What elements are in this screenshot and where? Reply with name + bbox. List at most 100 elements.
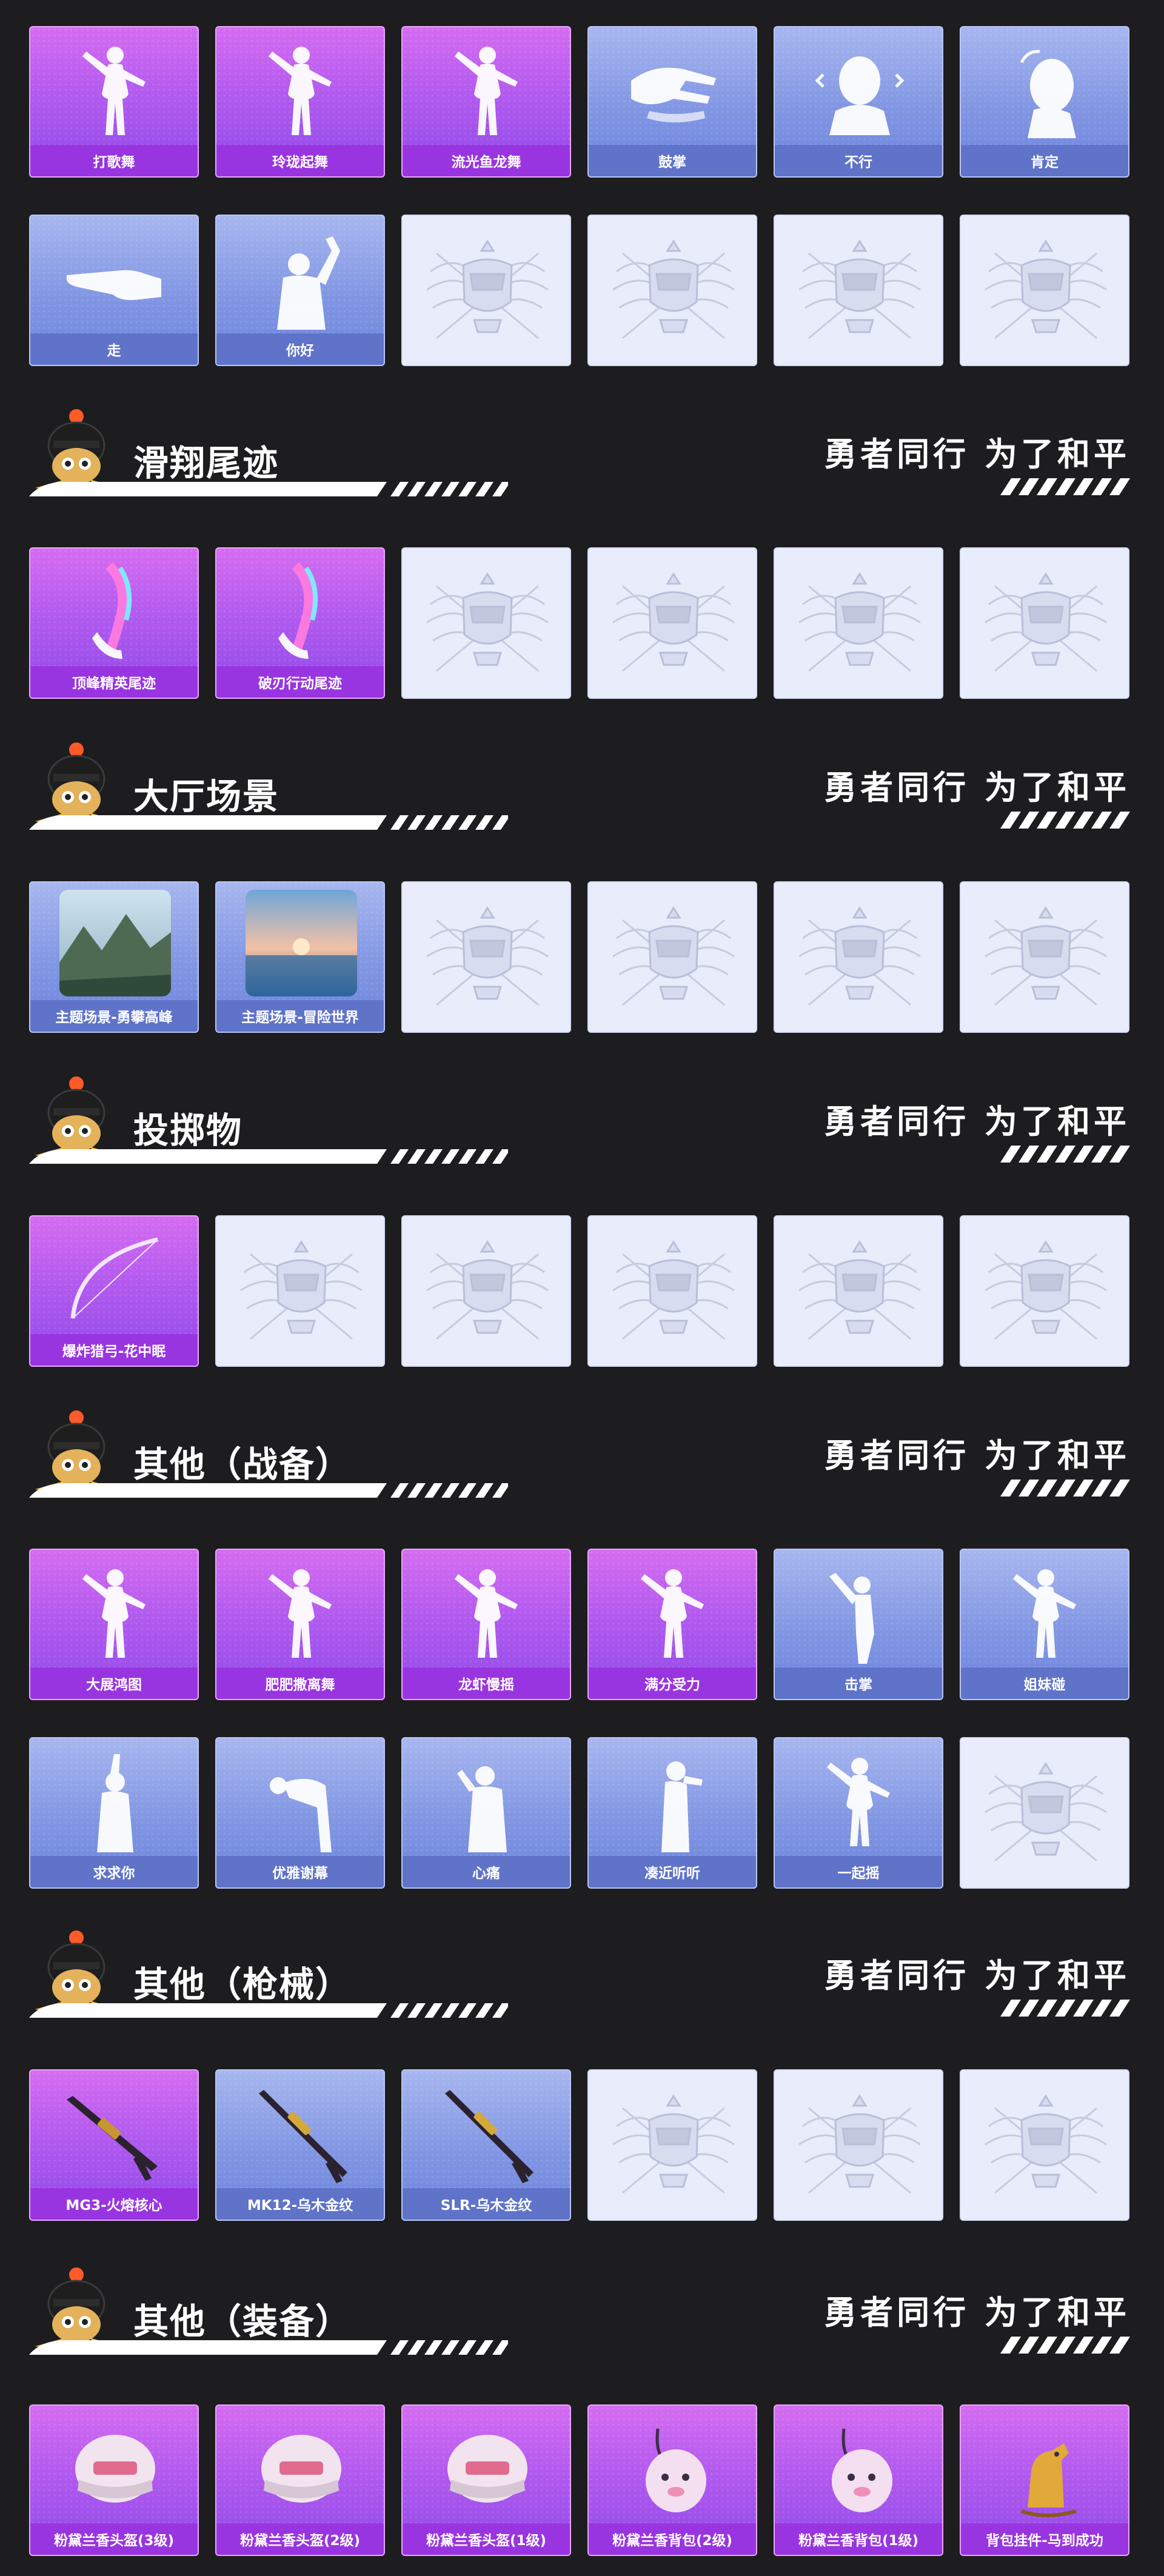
- empty-reward-slot: [401, 215, 571, 366]
- reward-name: 打歌舞: [30, 145, 198, 176]
- empty-slot-emblem-icon: [977, 229, 1115, 354]
- empty-reward-slot: [774, 215, 943, 366]
- empty-slot-emblem-icon: [418, 896, 557, 1021]
- empty-reward-slot: [215, 1215, 385, 1367]
- slogan-stripes: [1000, 2337, 1130, 2354]
- empty-slot-emblem-icon: [604, 562, 743, 687]
- reward-card[interactable]: 粉黛兰香头盔(1级): [401, 2404, 571, 2556]
- section-header: 其他（战备） 勇者同行 为了和平: [29, 1404, 1130, 1501]
- reward-card[interactable]: 龙虾慢摇: [401, 1549, 571, 1700]
- reward-card[interactable]: 心痛: [401, 1737, 571, 1889]
- reward-card[interactable]: 破刃行动尾迹: [215, 547, 385, 699]
- reward-card[interactable]: 肥肥撒离舞: [215, 1549, 385, 1700]
- reward-name: 顶峰精英尾迹: [30, 666, 198, 698]
- reward-card[interactable]: 求求你: [29, 1737, 199, 1889]
- reward-name: 肯定: [961, 145, 1128, 176]
- empty-slot-emblem-icon: [418, 562, 557, 687]
- empty-reward-slot: [774, 547, 943, 699]
- reward-row: 爆炸猎弓-花中眠: [29, 1215, 1130, 1367]
- empty-reward-slot: [401, 547, 571, 699]
- reward-row: 粉黛兰香头盔(3级) 粉黛兰香头盔(2级) 粉黛兰香头盔(1级) 粉黛兰香背包(…: [29, 2404, 1130, 2556]
- empty-slot-emblem-icon: [977, 1230, 1115, 1355]
- reward-card[interactable]: 不行: [774, 26, 943, 178]
- reward-card[interactable]: 主题场景-勇攀高峰: [29, 881, 199, 1033]
- reward-name: 大展鸿图: [30, 1667, 198, 1699]
- empty-slot-emblem-icon: [977, 2084, 1115, 2209]
- empty-reward-slot: [401, 881, 571, 1033]
- reward-row: 主题场景-勇攀高峰 主题场景-冒险世界: [29, 881, 1130, 1033]
- reward-row: 走 你好: [29, 215, 1130, 366]
- reward-card[interactable]: 主题场景-冒险世界: [215, 881, 385, 1033]
- reward-card[interactable]: 走: [29, 215, 199, 366]
- glide-trail-icon: [241, 559, 362, 666]
- reward-card[interactable]: 顶峰精英尾迹: [29, 547, 199, 699]
- empty-reward-slot: [774, 2069, 943, 2221]
- mountain-scene-icon: [59, 890, 171, 996]
- reward-name: 龙虾慢摇: [403, 1667, 570, 1699]
- backpack-icon: [613, 2417, 734, 2523]
- reward-name: 走: [30, 333, 198, 365]
- empty-reward-slot: [960, 215, 1129, 366]
- reward-name: 玲珑起舞: [216, 145, 384, 176]
- reward-card[interactable]: 凑近听听: [587, 1737, 757, 1889]
- empty-reward-slot: [587, 881, 757, 1033]
- reward-row: MG3-火熔核心 MK12-乌木金纹 SLR-乌木金纹: [29, 2069, 1130, 2221]
- empty-slot-emblem-icon: [604, 2084, 743, 2209]
- helmet-icon: [241, 2417, 362, 2523]
- helmet-icon: [55, 2417, 176, 2523]
- listen-icon: [613, 1749, 734, 1855]
- reward-row: 大展鸿图 肥肥撒离舞 龙虾慢摇 满分受力 击掌 姐妹碰: [29, 1549, 1130, 1700]
- reward-card[interactable]: 姐妹碰: [960, 1549, 1129, 1700]
- section-header: 滑翔尾迹 勇者同行 为了和平: [29, 403, 1130, 500]
- reward-card[interactable]: 大展鸿图: [29, 1549, 199, 1700]
- reward-card[interactable]: 你好: [215, 215, 385, 366]
- empty-slot-emblem-icon: [418, 1230, 557, 1355]
- reward-card[interactable]: 击掌: [774, 1549, 943, 1700]
- slogan-stripes: [1000, 1146, 1130, 1163]
- reward-name: 不行: [775, 145, 942, 176]
- reward-card[interactable]: 爆炸猎弓-花中眠: [29, 1215, 199, 1367]
- empty-reward-slot: [960, 1737, 1129, 1889]
- nod-icon: [985, 38, 1106, 144]
- empty-slot-emblem-icon: [791, 562, 929, 687]
- reward-card[interactable]: 粉黛兰香背包(1级): [774, 2404, 943, 2556]
- reward-card[interactable]: 满分受力: [587, 1549, 757, 1700]
- reward-card[interactable]: MK12-乌木金纹: [215, 2069, 385, 2221]
- title-underline-bar: [29, 2340, 508, 2355]
- reward-card[interactable]: 流光鱼龙舞: [401, 26, 571, 178]
- wave-icon: [241, 227, 362, 333]
- section-slogan: 勇者同行 为了和平: [824, 769, 1130, 807]
- title-underline-bar: [29, 815, 508, 830]
- reward-name: 心痛: [403, 1856, 570, 1887]
- dancer-icon: [427, 1561, 548, 1667]
- reward-card[interactable]: 粉黛兰香头盔(3级): [29, 2404, 199, 2556]
- reward-card[interactable]: 粉黛兰香头盔(2级): [215, 2404, 385, 2556]
- section-header: 投掷物 勇者同行 为了和平: [29, 1070, 1130, 1167]
- reward-card[interactable]: 粉黛兰香背包(2级): [587, 2404, 757, 2556]
- reward-card[interactable]: 打歌舞: [29, 26, 199, 178]
- empty-reward-slot: [401, 1215, 571, 1367]
- dancer-icon: [241, 1561, 362, 1667]
- reward-card[interactable]: 玲珑起舞: [215, 26, 385, 178]
- high-five-icon: [799, 1561, 920, 1667]
- section-slogan: 勇者同行 为了和平: [824, 435, 1130, 473]
- reward-card[interactable]: 鼓掌: [587, 26, 757, 178]
- reward-card[interactable]: 优雅谢幕: [215, 1737, 385, 1889]
- empty-slot-emblem-icon: [604, 229, 743, 354]
- title-underline-bar: [29, 1483, 508, 1498]
- plead-icon: [55, 1749, 176, 1855]
- reward-card[interactable]: SLR-乌木金纹: [401, 2069, 571, 2221]
- reward-card[interactable]: 背包挂件-马到成功: [960, 2404, 1129, 2556]
- empty-reward-slot: [587, 215, 757, 366]
- section-slogan: 勇者同行 为了和平: [824, 1103, 1130, 1141]
- reward-card[interactable]: 肯定: [960, 26, 1129, 178]
- sea-scene-icon: [246, 890, 357, 996]
- dancer-icon: [55, 1561, 176, 1667]
- reward-name: 优雅谢幕: [216, 1856, 384, 1887]
- reward-name: 击掌: [775, 1667, 942, 1699]
- reward-card[interactable]: MG3-火熔核心: [29, 2069, 199, 2221]
- reward-name: 流光鱼龙舞: [403, 145, 570, 176]
- reward-name: 满分受力: [589, 1667, 756, 1699]
- reward-card[interactable]: 一起摇: [774, 1737, 943, 1889]
- section-slogan: 勇者同行 为了和平: [824, 1436, 1130, 1475]
